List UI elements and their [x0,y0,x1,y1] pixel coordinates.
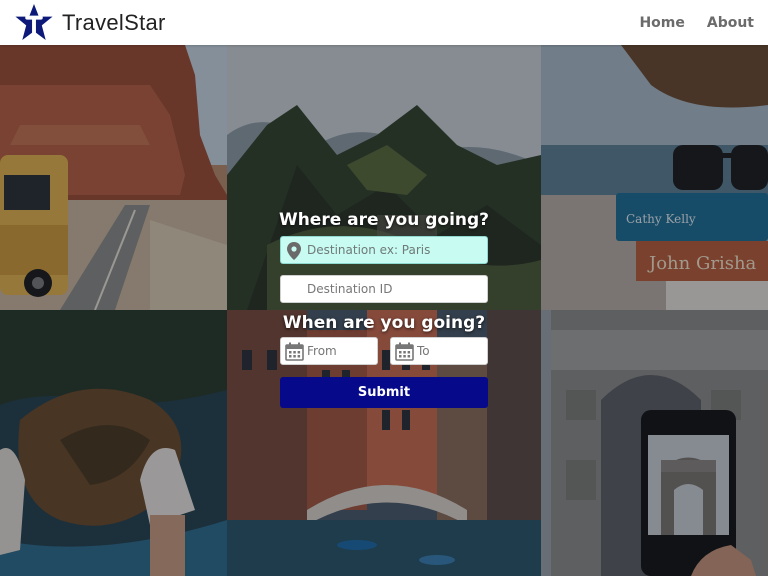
photo-road-trip-van [0,45,227,310]
destination-id-field[interactable] [280,275,488,303]
destination-id-input[interactable] [281,276,487,302]
nav-about-link[interactable]: About [707,15,754,31]
submit-button[interactable]: Submit [280,377,488,408]
where-heading: Where are you going? [278,210,490,230]
map-pin-icon [287,242,301,260]
photo-books-sunglasses: Cathy Kelly John Grisha [541,45,768,310]
nav-links: Home About [617,0,754,45]
photo-mountain-ruins [227,45,541,310]
svg-text:John Grisha: John Grisha [647,253,757,274]
brand[interactable]: TravelStar [14,3,166,42]
photo-cliff-sneakers [0,310,227,576]
from-date-field[interactable] [280,337,378,365]
photo-arc-de-triomphe-phone [541,310,768,576]
star-logo-icon [15,3,53,41]
nav-home-link[interactable]: Home [639,15,684,31]
calendar-icon [285,342,304,361]
brand-name: TravelStar [62,9,166,35]
photo-venice-canal [227,310,541,576]
destination-input[interactable] [281,237,487,263]
background-photo-grid: Cathy Kelly John Grisha [0,45,768,576]
navbar: TravelStar Home About [0,0,768,45]
svg-text:Cathy Kelly: Cathy Kelly [626,212,696,226]
destination-field[interactable] [280,236,488,264]
when-heading: When are you going? [282,313,486,333]
calendar-icon [395,342,414,361]
to-date-field[interactable] [390,337,488,365]
